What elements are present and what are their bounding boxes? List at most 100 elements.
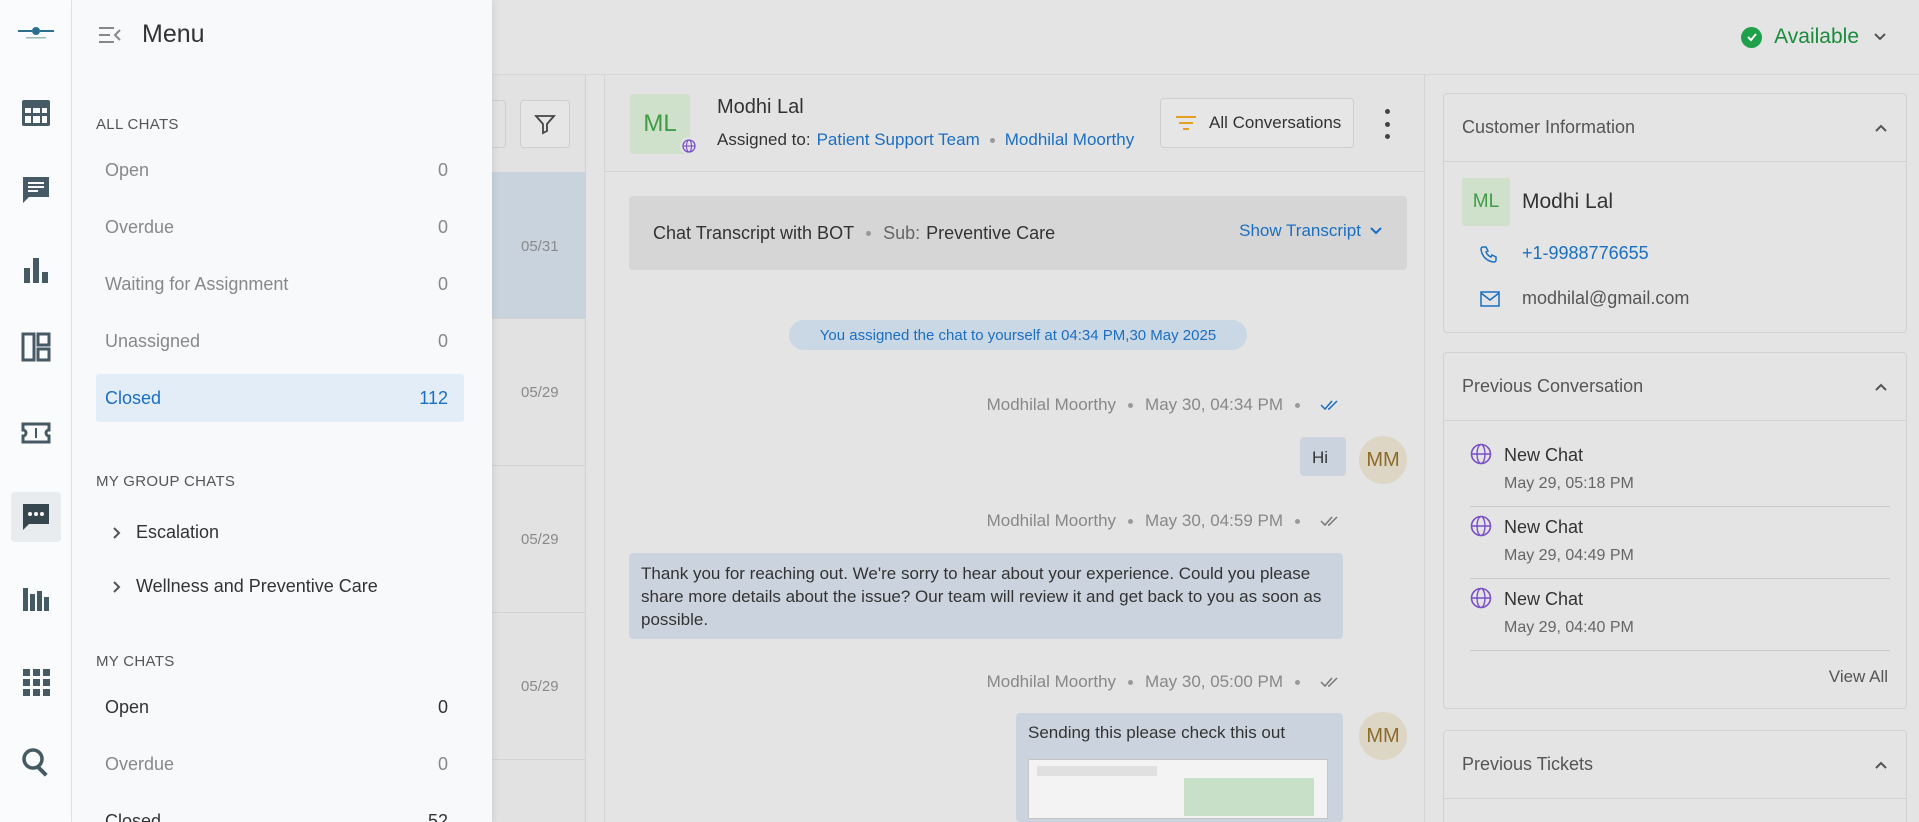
- row-label: Waiting for Assignment: [105, 273, 289, 294]
- my-chats-open[interactable]: Open 0: [96, 683, 464, 731]
- email-row[interactable]: modhilal@gmail.com: [1480, 288, 1689, 309]
- show-transcript-label: Show Transcript: [1239, 221, 1361, 240]
- all-chats-open[interactable]: Open 0: [96, 146, 464, 194]
- availability-dropdown[interactable]: Available: [1741, 25, 1887, 49]
- double-check-icon: [1320, 516, 1338, 527]
- contact-name: Modhi Lal: [717, 96, 804, 118]
- chat-list-item[interactable]: 05/29: [492, 466, 586, 613]
- chat-header: ML Modhi Lal Assigned to: Patient Suppor…: [605, 75, 1424, 172]
- row-count: 0: [437, 753, 448, 774]
- message-meta: Modhilal Moorthy May 30, 04:34 PM: [987, 395, 1340, 415]
- phone-row[interactable]: +1-9988776655: [1480, 243, 1649, 264]
- dashboard-icon[interactable]: [11, 322, 61, 372]
- chat-date: 05/29: [521, 384, 559, 401]
- customer-info-header[interactable]: Customer Information: [1444, 94, 1906, 162]
- subject-value: Preventive Care: [926, 222, 1056, 243]
- chat-date: 05/29: [521, 531, 559, 548]
- show-transcript-button[interactable]: Show Transcript: [1239, 221, 1383, 241]
- chat-list-item[interactable]: 05/29: [492, 319, 586, 466]
- row-label: Open: [105, 696, 150, 717]
- chevron-down-icon: [1874, 33, 1886, 41]
- card-title: Previous Conversation: [1462, 376, 1644, 396]
- all-chats-overdue[interactable]: Overdue 0: [96, 203, 464, 251]
- message-bubble: Sending this please check this out: [1016, 713, 1343, 822]
- message-time: May 30, 04:59 PM: [1145, 511, 1283, 530]
- chevron-up-icon: [1875, 124, 1887, 132]
- phone-number: +1-9988776655: [1522, 243, 1649, 263]
- row-count: 52: [427, 810, 448, 822]
- card-title: Previous Tickets: [1462, 754, 1594, 774]
- chat-icon[interactable]: [11, 492, 61, 542]
- chevron-right-icon: [113, 526, 121, 539]
- previous-tickets-card: Previous Tickets: [1443, 730, 1907, 822]
- group-wellness[interactable]: Wellness and Preventive Care: [112, 576, 378, 597]
- conversation-filter-button[interactable]: All Conversations: [1160, 98, 1354, 148]
- customer-name: Modhi Lal: [1522, 190, 1614, 213]
- sort-filter-icon: [1176, 116, 1196, 130]
- view-all-link[interactable]: View All: [1829, 667, 1888, 687]
- group-escalation[interactable]: Escalation: [112, 522, 219, 543]
- chat-list-item[interactable]: 05/31: [492, 172, 586, 319]
- all-chats-unassigned[interactable]: Unassigned 0: [96, 317, 464, 365]
- message-meta: Modhilal Moorthy May 30, 04:59 PM: [987, 511, 1340, 531]
- customer-info-card: Customer Information ML Modhi Lal +1-998…: [1443, 93, 1907, 333]
- subject-label: Sub:: [883, 222, 921, 243]
- all-chats-heading: ALL CHATS: [96, 116, 179, 133]
- email-address: modhilal@gmail.com: [1522, 288, 1690, 308]
- menu-title: Menu: [142, 20, 205, 48]
- my-chats-overdue[interactable]: Overdue 0: [96, 740, 464, 788]
- table-icon[interactable]: [11, 88, 61, 138]
- previous-tickets-header[interactable]: Previous Tickets: [1444, 731, 1906, 799]
- image-attachment[interactable]: [1028, 759, 1328, 819]
- conversation-filter-label: All Conversations: [1209, 113, 1342, 132]
- row-count: 0: [437, 216, 448, 237]
- ticket-icon[interactable]: [11, 408, 61, 458]
- row-label: Overdue: [105, 753, 175, 774]
- search-icon[interactable]: [11, 737, 61, 787]
- previous-conversation-item[interactable]: New Chat May 29, 04:40 PM: [1470, 579, 1890, 651]
- message-sender: Modhilal Moorthy: [986, 672, 1117, 691]
- conversation-title: New Chat: [1504, 589, 1584, 609]
- row-count: 0: [437, 273, 448, 294]
- message-icon[interactable]: [11, 165, 61, 215]
- collapse-menu-icon[interactable]: [98, 25, 122, 45]
- globe-icon: [1470, 587, 1492, 609]
- customer-row: ML Modhi Lal: [1462, 178, 1613, 226]
- my-chats-closed[interactable]: Closed 52: [96, 797, 464, 822]
- filter-icon: [534, 115, 556, 135]
- agent-link[interactable]: Modhilal Moorthy: [1005, 130, 1134, 150]
- message-bubble: Thank you for reaching out. We're sorry …: [629, 553, 1343, 639]
- message-bubble: Hi: [1300, 437, 1346, 476]
- message-sender: Modhilal Moorthy: [986, 395, 1117, 414]
- group-label: Escalation: [136, 522, 220, 542]
- more-options-icon[interactable]: [1377, 109, 1397, 139]
- chat-list-item[interactable]: 05/29: [492, 613, 586, 760]
- details-panel: Customer Information ML Modhi Lal +1-998…: [1425, 75, 1919, 822]
- assigned-label: Assigned to:: [717, 130, 811, 149]
- chevron-up-icon: [1875, 383, 1887, 391]
- apps-grid-icon[interactable]: [11, 657, 61, 707]
- filter-button[interactable]: [520, 100, 570, 148]
- bar-chart-icon[interactable]: [11, 245, 61, 295]
- team-link[interactable]: Patient Support Team: [817, 130, 980, 150]
- all-chats-waiting[interactable]: Waiting for Assignment 0: [96, 260, 464, 308]
- system-message: You assigned the chat to yourself at 04:…: [789, 320, 1247, 350]
- conversation-time: May 29, 05:18 PM: [1504, 475, 1634, 492]
- double-check-icon: [1320, 400, 1338, 411]
- conversation-time: May 29, 04:49 PM: [1504, 547, 1634, 564]
- bot-transcript-bar: Chat Transcript with BOT Sub: Preventive…: [629, 196, 1407, 270]
- chevron-up-icon: [1875, 761, 1887, 769]
- card-title: Customer Information: [1462, 117, 1636, 137]
- search-input[interactable]: [492, 100, 506, 148]
- previous-conversation-card: Previous Conversation New Chat May 29, 0…: [1443, 352, 1907, 709]
- menu-header: Menu: [98, 20, 205, 49]
- all-chats-closed[interactable]: Closed 112: [96, 374, 464, 422]
- phone-icon: [1480, 245, 1497, 263]
- message-time: May 30, 04:34 PM: [1145, 395, 1283, 414]
- previous-conversation-item[interactable]: New Chat May 29, 05:18 PM: [1470, 435, 1890, 507]
- previous-conversation-item[interactable]: New Chat May 29, 04:49 PM: [1470, 507, 1890, 579]
- analytics-icon[interactable]: [11, 573, 61, 623]
- customer-avatar: ML: [1462, 178, 1510, 226]
- globe-icon: [1470, 443, 1492, 465]
- previous-conversation-header[interactable]: Previous Conversation: [1444, 353, 1906, 421]
